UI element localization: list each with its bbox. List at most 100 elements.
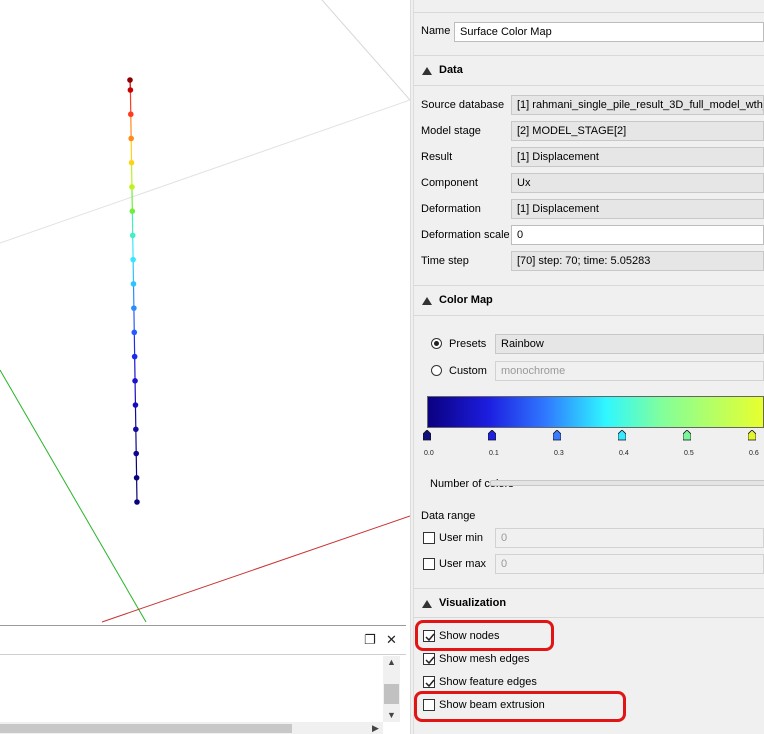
scroll-thumb[interactable] [384,684,399,704]
color-stop-marker[interactable] [683,430,691,441]
scroll-thumb[interactable] [0,724,292,733]
custom-label: Custom [449,365,487,377]
component-dropdown[interactable]: Ux [511,173,764,193]
output-dock: ❐ ✕ ▲ ▼ ▶ [0,625,406,734]
divider [414,85,764,86]
time-step-dropdown[interactable]: [70] step: 70; time: 5.05283 [511,251,764,271]
user-min-label: User min [439,532,484,544]
custom-radio[interactable] [431,365,442,376]
checkmark-icon [425,679,435,688]
data-range-label: Data range [421,510,476,522]
color-stop-marker[interactable] [618,430,626,441]
source-database-dropdown[interactable]: [1] rahmani_single_pile_result_3D_full_m… [511,95,764,115]
user-max-input: 0 [495,554,764,574]
color-map-section-title: Color Map [439,294,493,306]
collapse-triangle-icon [422,297,432,305]
deformation-label: Deformation [421,203,481,215]
restore-icon[interactable]: ❐ [364,632,376,648]
show-feature-edges-label: Show feature edges [439,676,537,688]
color-stop-marker[interactable] [488,430,496,441]
pile-node [133,474,140,481]
color-stop-label: 0.0 [424,450,434,457]
time-step-row: Time step [70] step: 70; time: 5.05283 [414,251,764,273]
checkmark-icon [425,656,435,665]
color-stop-label: 0.3 [554,450,564,457]
user-max-checkbox[interactable] [423,558,435,570]
divider [414,285,764,286]
color-stop-label: 0.5 [684,450,694,457]
pile-node [133,450,140,457]
pile-node [130,281,137,287]
deformation-scale-input[interactable]: 0 [511,225,764,245]
data-section-title: Data [439,64,463,76]
name-row: Name Surface Color Map [414,21,764,43]
grid-line [321,0,410,101]
pile-node [131,353,138,360]
result-row: Result [1] Displacement [414,147,764,169]
scroll-up-icon[interactable]: ▲ [387,657,396,667]
visualization-section-header[interactable]: Visualization [414,593,764,615]
data-section-header[interactable]: Data [414,60,764,82]
deformation-row: Deformation [1] Displacement [414,199,764,221]
divider [414,12,764,13]
scroll-down-icon[interactable]: ▼ [387,710,396,720]
horizontal-scrollbar[interactable]: ▶ [0,722,383,734]
name-input[interactable]: Surface Color Map [454,22,764,42]
divider [414,588,764,589]
color-stop-label: 0.4 [619,450,629,457]
model-stage-row: Model stage [2] MODEL_STAGE[2] [414,121,764,143]
grid-line [0,99,410,244]
collapse-triangle-icon [422,600,432,608]
deformation-scale-row: Deformation scale 0 [414,225,764,247]
dock-header: ❐ ✕ [0,626,406,655]
pile-node [128,135,134,142]
color-stop-marker[interactable] [423,430,431,441]
show-mesh-edges-label: Show mesh edges [439,653,530,665]
show-mesh-edges-checkbox[interactable] [423,653,435,665]
presets-dropdown[interactable]: Rainbow [495,334,764,354]
highlight-show-nodes [415,620,554,651]
color-gradient-bar[interactable] [427,396,764,428]
time-step-label: Time step [421,255,469,267]
pile-node [129,232,136,239]
source-database-row: Source database [1] rahmani_single_pile_r… [414,95,764,117]
component-row: Component Ux [414,173,764,195]
properties-panel: Name Surface Color Map Data Source datab… [414,0,764,734]
pile-node [129,184,135,190]
deformation-dropdown[interactable]: [1] Displacement [511,199,764,219]
component-label: Component [421,177,478,189]
presets-radio[interactable] [431,338,442,349]
visualization-section-title: Visualization [439,597,507,609]
pile-node [130,256,136,263]
result-label: Result [421,151,453,163]
color-map-section-header[interactable]: Color Map [414,290,764,312]
y-axis-line [0,369,147,623]
result-dropdown[interactable]: [1] Displacement [511,147,764,167]
model-stage-dropdown[interactable]: [2] MODEL_STAGE[2] [511,121,764,141]
scroll-right-icon[interactable]: ▶ [372,723,379,734]
3d-viewport[interactable]: ❐ ✕ ▲ ▼ ▶ [0,0,410,734]
show-feature-edges-checkbox[interactable] [423,676,435,688]
user-min-checkbox[interactable] [423,532,435,544]
number-of-colors-slider[interactable] [490,480,764,486]
vertical-scrollbar[interactable]: ▲ ▼ [383,656,400,722]
pile-node [134,499,140,505]
highlight-show-beam-extrusion [414,691,626,722]
name-label: Name [421,25,451,37]
close-icon[interactable]: ✕ [386,632,397,648]
user-max-label: User max [439,558,487,570]
divider [414,617,764,618]
x-axis-line [101,515,410,623]
pile-node [132,378,138,384]
pile-node [128,159,135,166]
color-stop-marker[interactable] [553,430,561,441]
collapse-triangle-icon [422,67,432,75]
divider [414,315,764,316]
viewport-canvas[interactable] [0,0,410,625]
color-stop-label: 0.6 [749,450,759,457]
deformation-scale-label: Deformation scale [421,229,510,241]
color-stop-marker[interactable] [748,430,756,441]
pile-node [131,305,137,311]
pile-node [127,111,134,118]
source-database-label: Source database [421,99,505,111]
